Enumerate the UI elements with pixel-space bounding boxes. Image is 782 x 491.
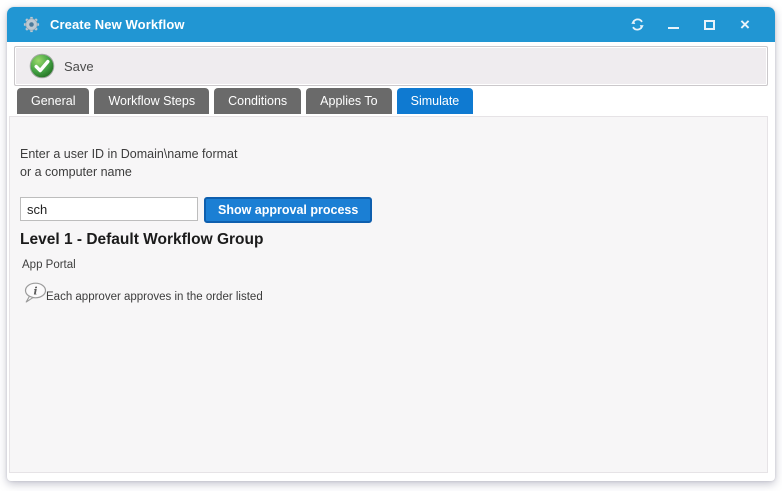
title-bar: Create New Workflow × xyxy=(7,7,775,42)
instruction-line1: Enter a user ID in Domain\name format xyxy=(20,145,237,163)
tab-workflow-steps[interactable]: Workflow Steps xyxy=(94,88,209,114)
tab-general[interactable]: General xyxy=(17,88,89,114)
level-heading: Level 1 - Default Workflow Group xyxy=(20,231,263,249)
show-approval-process-button[interactable]: Show approval process xyxy=(204,197,372,223)
tab-bar: General Workflow Steps Conditions Applie… xyxy=(17,88,473,114)
speech-bubble-info-icon: i xyxy=(22,281,48,306)
simulate-panel: Enter a user ID in Domain\name format or… xyxy=(9,116,768,473)
window-controls: × xyxy=(629,17,761,33)
window-title: Create New Workflow xyxy=(50,17,185,32)
refresh-icon[interactable] xyxy=(629,17,645,33)
maximize-button[interactable] xyxy=(701,17,717,33)
screen: Create New Workflow × xyxy=(0,0,782,491)
close-button[interactable]: × xyxy=(737,17,753,33)
minimize-icon xyxy=(668,27,679,29)
save-label: Save xyxy=(64,59,94,74)
minimize-button[interactable] xyxy=(665,17,681,33)
info-row: i Each approver approves in the order li… xyxy=(22,281,263,306)
green-check-circle-icon xyxy=(29,53,55,79)
group-member: App Portal xyxy=(22,259,76,271)
close-icon: × xyxy=(740,17,750,33)
simulate-input-row: Show approval process xyxy=(20,197,372,223)
user-id-input[interactable] xyxy=(20,197,198,221)
svg-text:i: i xyxy=(34,285,38,297)
maximize-icon xyxy=(704,20,715,30)
instruction-line2: or a computer name xyxy=(20,163,237,181)
tab-conditions[interactable]: Conditions xyxy=(214,88,301,114)
instructions: Enter a user ID in Domain\name format or… xyxy=(20,145,237,181)
info-note: Each approver approves in the order list… xyxy=(46,291,263,306)
create-new-workflow-window: Create New Workflow × xyxy=(7,7,775,481)
toolbar: Save xyxy=(14,46,768,86)
tab-applies-to[interactable]: Applies To xyxy=(306,88,391,114)
save-button[interactable]: Save xyxy=(25,51,98,81)
gear-icon xyxy=(21,15,41,35)
tab-simulate[interactable]: Simulate xyxy=(397,88,474,114)
